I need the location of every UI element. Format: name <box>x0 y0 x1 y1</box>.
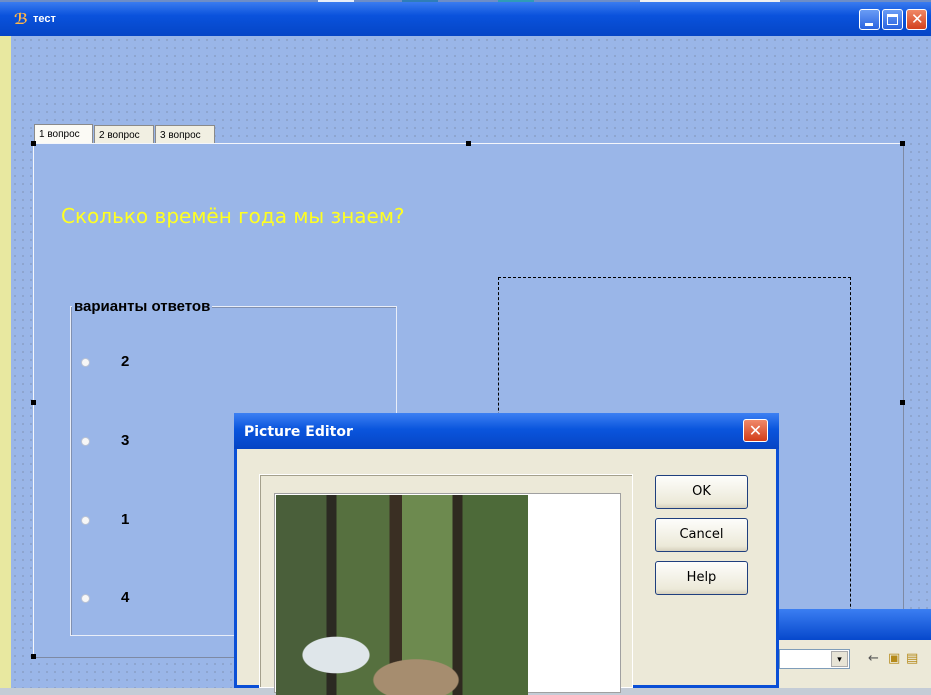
help-button[interactable]: Help <box>655 561 748 595</box>
folder-icon[interactable]: ▣ <box>888 651 900 666</box>
background-window-titlebar[interactable] <box>779 609 931 640</box>
selection-handle[interactable] <box>31 400 36 405</box>
selection-handle[interactable] <box>900 141 905 146</box>
app-icon: ℬ <box>14 10 28 28</box>
answer-label: 2 <box>121 353 130 370</box>
radio-button[interactable] <box>81 358 90 367</box>
selection-handle[interactable] <box>900 400 905 405</box>
picture-panel <box>259 474 633 695</box>
minimize-icon <box>865 23 873 26</box>
answer-label: 3 <box>121 432 130 449</box>
close-button[interactable]: ✕ <box>906 9 927 30</box>
dialog-titlebar[interactable]: Picture Editor ✕ <box>234 413 779 449</box>
selection-handle[interactable] <box>31 141 36 146</box>
window-title: тест <box>33 13 56 25</box>
selection-handle[interactable] <box>466 141 471 146</box>
photo-image <box>276 495 528 695</box>
radio-button[interactable] <box>81 594 90 603</box>
picture-editor-dialog: Picture Editor ✕ OK Cancel Help <box>234 413 779 695</box>
close-icon: ✕ <box>911 10 924 28</box>
groupbox-caption: варианты ответов <box>72 298 213 315</box>
back-arrow-icon[interactable]: ← <box>868 651 879 666</box>
selection-handle[interactable] <box>31 654 36 659</box>
minimize-button[interactable] <box>859 9 880 30</box>
question-label: Сколько времён года мы знаем? <box>61 204 405 228</box>
background-window: ▾ ← ▣ ▤ <box>779 609 931 688</box>
radio-button[interactable] <box>81 437 90 446</box>
picture-preview <box>274 493 621 695</box>
maximize-button[interactable] <box>882 9 903 30</box>
dialog-title: Picture Editor <box>244 424 353 440</box>
answer-label: 1 <box>121 511 130 528</box>
object-selector-combo[interactable]: ▾ <box>779 649 850 669</box>
tab-3-vopros[interactable]: 3 вопрос <box>155 125 215 145</box>
tab-2-vopros[interactable]: 2 вопрос <box>94 125 154 145</box>
maximize-icon <box>887 14 898 25</box>
window-titlebar[interactable]: ℬ тест ✕ <box>0 2 931 36</box>
close-icon: ✕ <box>748 421 763 440</box>
answer-label: 4 <box>121 589 130 606</box>
tab-label: 2 вопрос <box>99 130 140 141</box>
tab-label: 3 вопрос <box>160 130 201 141</box>
ok-button[interactable]: OK <box>655 475 748 509</box>
radio-button[interactable] <box>81 516 90 525</box>
new-folder-icon[interactable]: ▤ <box>906 651 918 666</box>
dialog-close-button[interactable]: ✕ <box>743 419 768 442</box>
tab-label: 1 вопрос <box>39 129 80 140</box>
cancel-button[interactable]: Cancel <box>655 518 748 552</box>
chevron-down-icon[interactable]: ▾ <box>831 651 848 667</box>
